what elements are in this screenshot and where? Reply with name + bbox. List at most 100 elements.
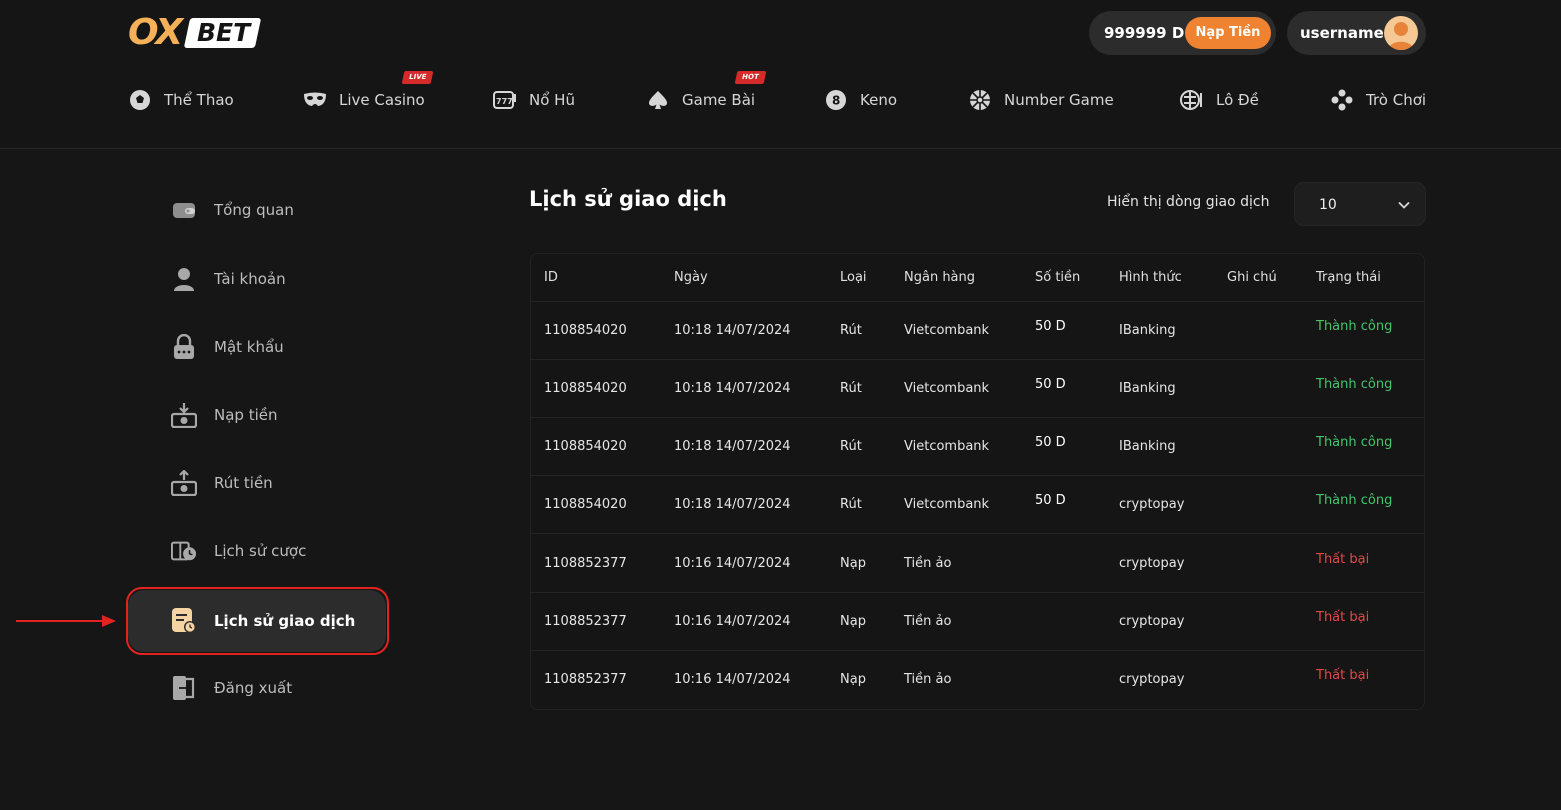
cell-method: cryptopay: [1119, 556, 1185, 571]
table-row: 1108854020 10:18 14/07/2024 Rút Vietcomb…: [531, 418, 1424, 476]
sidebar-item-rut-tien[interactable]: Rút tiền: [128, 452, 386, 514]
sidebar-label: Nạp tiền: [214, 406, 278, 424]
cell-amount: 50 D: [1035, 435, 1066, 450]
rows-per-page-label: Hiển thị dòng giao dịch: [1107, 194, 1270, 210]
oxbet-logo[interactable]: OX BET: [128, 12, 262, 53]
deposit-button[interactable]: Nạp Tiền: [1185, 17, 1271, 49]
nav-item-tro-choi[interactable]: Trò Chơi: [1330, 80, 1426, 120]
nav-item-no-hu[interactable]: 777 Nổ Hũ: [493, 80, 575, 120]
svg-text:777: 777: [496, 97, 513, 106]
table-row: 1108854020 10:18 14/07/2024 Rút Vietcomb…: [531, 302, 1424, 360]
cell-method: IBanking: [1119, 439, 1176, 454]
sidebar-label: Tổng quan: [214, 201, 294, 219]
user-menu[interactable]: username: [1287, 11, 1426, 55]
sidebar-item-dang-xuat[interactable]: Đăng xuất: [128, 657, 386, 719]
cell-method: IBanking: [1119, 323, 1176, 338]
cell-date: 10:16 14/07/2024: [674, 672, 791, 687]
nav-item-game-bai[interactable]: Game Bài HOT: [646, 71, 766, 120]
nav-item-live-casino[interactable]: Live Casino LIVE: [303, 71, 434, 120]
cell-method: cryptopay: [1119, 672, 1185, 687]
col-header-amount: Số tiền: [1035, 270, 1081, 285]
avatar-icon[interactable]: [1384, 16, 1418, 50]
cell-id: 1108854020: [544, 497, 627, 512]
cell-type: Rút: [840, 439, 862, 454]
logo-ox: OX: [128, 12, 183, 53]
cell-type: Rút: [840, 497, 862, 512]
col-header-type: Loại: [840, 270, 867, 285]
cell-id: 1108852377: [544, 672, 627, 687]
cell-type: Nạp: [840, 672, 866, 687]
sidebar-label: Rút tiền: [214, 474, 273, 492]
cell-bank: Vietcombank: [904, 381, 990, 396]
cell-bank: Vietcombank: [904, 439, 990, 454]
cell-id: 1108852377: [544, 556, 627, 571]
cell-date: 10:16 14/07/2024: [674, 614, 791, 629]
sidebar-label: Lịch sử cược: [214, 542, 307, 560]
username: username: [1300, 24, 1384, 42]
cell-method: cryptopay: [1119, 614, 1185, 629]
lock-icon: [171, 334, 197, 360]
pointer-arrow-icon: [16, 615, 116, 627]
col-header-note: Ghi chú: [1227, 270, 1277, 285]
deposit-icon: [171, 402, 197, 428]
highlight-ring: [126, 587, 389, 655]
status-badge: Thành công: [1316, 435, 1393, 450]
chevron-down-icon: [1398, 201, 1410, 209]
cell-bank: Vietcombank: [904, 497, 990, 512]
sidebar-label: Tài khoản: [214, 270, 286, 288]
nav-label: Thể Thao: [164, 91, 234, 109]
cell-type: Nạp: [840, 556, 866, 571]
nav-label: Game Bài: [682, 91, 756, 109]
cell-date: 10:18 14/07/2024: [674, 497, 791, 512]
withdraw-icon: [171, 470, 197, 496]
cell-type: Rút: [840, 381, 862, 396]
spade-icon: [646, 88, 670, 112]
balance-amount: 999999 D: [1104, 24, 1185, 42]
slot-777-icon: 777: [493, 88, 517, 112]
status-badge: Thất bại: [1316, 668, 1370, 683]
logo-bet-box: BET: [183, 18, 262, 48]
nav-label: Trò Chơi: [1366, 91, 1427, 109]
nav-item-number-game[interactable]: Number Game: [968, 80, 1114, 120]
cell-amount: 50 D: [1035, 493, 1066, 508]
user-icon: [171, 266, 197, 292]
col-header-status: Trạng thái: [1316, 270, 1381, 285]
sidebar-item-tong-quan[interactable]: Tổng quan: [128, 179, 386, 241]
wheel-icon: [968, 88, 992, 112]
site-header: OX BET 999999 D Nạp Tiền username Thể Th…: [0, 0, 1561, 149]
logout-icon: [171, 675, 197, 701]
nav-label: Lô Đề: [1216, 91, 1259, 109]
cell-type: Nạp: [840, 614, 866, 629]
sidebar-item-lich-su-cuoc[interactable]: Lịch sử cược: [128, 520, 386, 582]
transaction-table: ID Ngày Loại Ngân hàng Số tiền Hình thức…: [530, 253, 1425, 710]
status-badge: Thất bại: [1316, 610, 1370, 625]
sidebar-item-mat-khau[interactable]: Mật khẩu: [128, 316, 386, 378]
table-row: 1108854020 10:18 14/07/2024 Rút Vietcomb…: [531, 360, 1424, 418]
nav-item-lo-de[interactable]: Lô Đề: [1180, 80, 1259, 120]
cell-bank: Tiền ảo: [904, 556, 952, 571]
cell-type: Rút: [840, 323, 862, 338]
bet-history-icon: [171, 538, 197, 564]
sidebar-item-nap-tien[interactable]: Nạp tiền: [128, 384, 386, 446]
table-row: 1108852377 10:16 14/07/2024 Nạp Tiền ảo …: [531, 651, 1424, 709]
cell-bank: Tiền ảo: [904, 614, 952, 629]
col-header-date: Ngày: [674, 270, 708, 285]
nav-item-keno[interactable]: 8 Keno: [824, 80, 897, 120]
balance-pill: 999999 D Nạp Tiền: [1089, 11, 1276, 55]
nav-label: Nổ Hũ: [529, 91, 575, 109]
table-row: 1108854020 10:18 14/07/2024 Rút Vietcomb…: [531, 476, 1424, 534]
nav-label: Keno: [860, 91, 898, 109]
cell-id: 1108854020: [544, 323, 627, 338]
nav-item-the-thao[interactable]: Thể Thao: [128, 80, 234, 120]
cell-date: 10:16 14/07/2024: [674, 556, 791, 571]
cell-bank: Tiền ảo: [904, 672, 952, 687]
page-title: Lịch sử giao dịch: [529, 187, 727, 211]
rows-per-page-select[interactable]: 10: [1294, 182, 1426, 226]
sidebar-label: Mật khẩu: [214, 338, 284, 356]
live-badge: LIVE: [401, 71, 434, 84]
nav-label: Number Game: [1004, 91, 1114, 109]
cell-date: 10:18 14/07/2024: [674, 439, 791, 454]
cell-date: 10:18 14/07/2024: [674, 323, 791, 338]
sidebar-item-tai-khoan[interactable]: Tài khoản: [128, 248, 386, 310]
gamepad-icon: [1330, 88, 1354, 112]
